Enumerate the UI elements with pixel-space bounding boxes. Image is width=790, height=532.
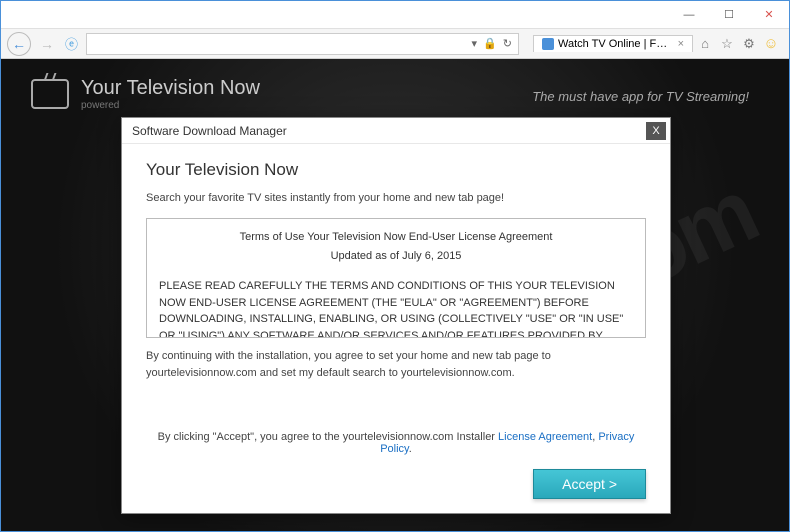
app-description: Search your favorite TV sites instantly … [146, 192, 646, 204]
eula-title: Terms of Use Your Television Now End-Use… [159, 229, 633, 246]
back-button[interactable]: ← [7, 32, 31, 56]
maximize-button[interactable]: ☐ [709, 1, 749, 29]
page-content: pcrisk.com Your Television Now powered T… [1, 59, 789, 531]
button-row: Accept > [146, 469, 646, 499]
window-controls: — ☐ ✕ [669, 1, 789, 29]
settings-gear-icon[interactable]: ⚙ [741, 36, 757, 52]
forward-arrow-icon: → [40, 36, 54, 52]
lock-icon: 🔒 [483, 37, 497, 50]
favorites-icon[interactable]: ☆ [719, 36, 735, 52]
tab-close-button[interactable]: × [678, 38, 684, 50]
tab-strip: Watch TV Online | Free TV On… × [533, 35, 693, 52]
app-name-heading: Your Television Now [146, 160, 646, 180]
minimize-button[interactable]: — [669, 1, 709, 29]
accept-button[interactable]: Accept > [533, 469, 646, 499]
eula-scrollbox[interactable]: Terms of Use Your Television Now End-Use… [146, 218, 646, 338]
license-agreement-link[interactable]: License Agreement [498, 431, 592, 443]
browser-window: — ☐ ✕ ← → ⓔ ▾ 🔒 ↻ Watch TV Online | Free… [0, 0, 790, 532]
eula-date: Updated as of July 6, 2015 [159, 248, 633, 265]
feedback-smiley-icon[interactable]: ☺ [763, 36, 779, 52]
window-titlebar: — ☐ ✕ [1, 1, 789, 29]
consent-text: By continuing with the installation, you… [146, 348, 646, 381]
dialog-body: Your Television Now Search your favorite… [122, 144, 670, 513]
dialog-title: Software Download Manager [132, 124, 287, 138]
browser-toolbar: ← → ⓔ ▾ 🔒 ↻ Watch TV Online | Free TV On… [1, 29, 789, 59]
dialog-close-button[interactable]: X [646, 122, 666, 140]
forward-button[interactable]: → [35, 32, 59, 56]
toolbar-right: ⌂ ☆ ⚙ ☺ [697, 36, 783, 52]
back-arrow-icon: ← [12, 36, 26, 52]
page-title: Your Television Now [81, 77, 260, 100]
refresh-icon[interactable]: ↻ [503, 37, 512, 50]
home-icon[interactable]: ⌂ [697, 36, 713, 52]
address-bar[interactable]: ▾ 🔒 ↻ [86, 33, 519, 55]
tv-icon [31, 79, 69, 109]
ie-logo-icon: ⓔ [65, 34, 78, 53]
browser-tab[interactable]: Watch TV Online | Free TV On… × [533, 35, 693, 52]
tab-favicon-icon [542, 38, 554, 50]
eula-body: PLEASE READ CAREFULLY THE TERMS AND COND… [159, 278, 633, 338]
tab-title: Watch TV Online | Free TV On… [558, 38, 670, 50]
page-tagline: The must have app for TV Streaming! [532, 89, 749, 104]
page-header: Your Television Now powered [31, 77, 260, 111]
page-subtitle: powered [81, 100, 260, 111]
dropdown-icon[interactable]: ▾ [472, 37, 478, 50]
dialog-titlebar[interactable]: Software Download Manager X [122, 118, 670, 144]
window-close-button[interactable]: ✕ [749, 1, 789, 29]
download-manager-dialog: Software Download Manager X Your Televis… [121, 117, 671, 514]
accept-disclaimer: By clicking "Accept", you agree to the y… [146, 431, 646, 455]
